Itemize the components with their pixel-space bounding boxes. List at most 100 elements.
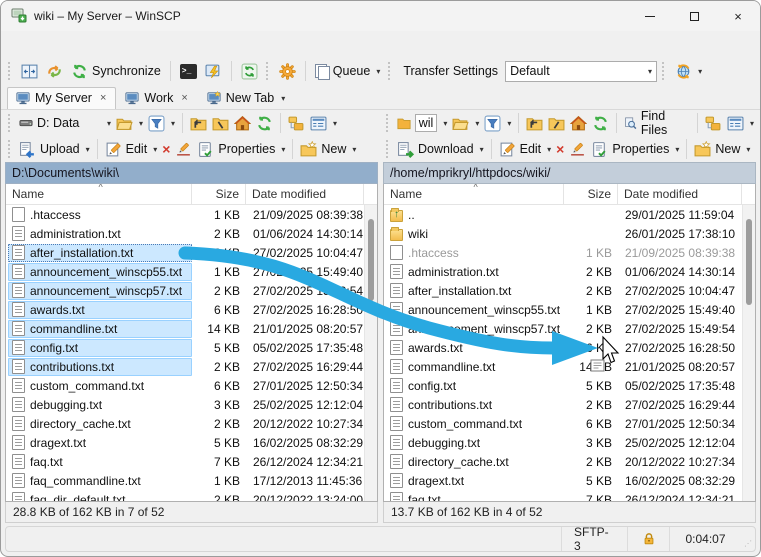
menu-item[interactable] bbox=[65, 41, 79, 47]
column-header-date[interactable]: Date modified bbox=[246, 184, 364, 204]
synchronize-button[interactable]: Synchronize bbox=[68, 61, 164, 82]
open-directory-button[interactable]: ▾ bbox=[450, 113, 481, 134]
toolbar-grip[interactable] bbox=[8, 114, 13, 132]
file-row[interactable]: .. 29/01/2025 11:59:04 bbox=[384, 205, 742, 224]
file-row[interactable]: directory_cache.txt 2 KB 20/12/2022 10:2… bbox=[6, 414, 364, 433]
parent-directory-button[interactable] bbox=[188, 113, 209, 134]
file-row[interactable]: dragext.txt 5 KB 16/02/2025 08:32:29 bbox=[6, 433, 364, 452]
synchronize-browsing-button[interactable] bbox=[43, 61, 66, 82]
edit-button[interactable]: Edit ▾ bbox=[497, 139, 554, 160]
refresh-button[interactable] bbox=[238, 61, 261, 82]
drive-combo[interactable]: D: Data ▾ bbox=[17, 114, 113, 132]
file-row[interactable]: custom_command.txt 6 KB 27/01/2025 12:50… bbox=[384, 414, 742, 433]
scrollbar-thumb[interactable] bbox=[746, 219, 752, 305]
toolbar-grip[interactable] bbox=[266, 62, 271, 80]
toolbar-grip[interactable] bbox=[388, 62, 393, 80]
file-row[interactable]: faq.txt 7 KB 26/12/2024 12:34:21 bbox=[384, 490, 742, 501]
properties-button[interactable]: Properties ▾ bbox=[589, 139, 681, 160]
open-console-button[interactable]: >_ bbox=[177, 62, 200, 81]
encryption-indicator[interactable] bbox=[627, 527, 669, 551]
filter-button[interactable]: ▾ bbox=[146, 113, 177, 134]
file-row[interactable]: .htaccess 1 KB 21/09/2025 08:39:38 bbox=[384, 243, 742, 262]
toolbar-grip[interactable] bbox=[8, 62, 13, 80]
menu-item[interactable] bbox=[51, 41, 65, 47]
toolbar-grip[interactable] bbox=[386, 140, 391, 158]
tab-close-icon[interactable]: × bbox=[181, 92, 187, 104]
toolbar-grip[interactable] bbox=[386, 114, 391, 132]
open-directory-button[interactable]: ▾ bbox=[114, 113, 145, 134]
file-row[interactable]: contributions.txt 2 KB 27/02/2025 16:29:… bbox=[6, 357, 364, 376]
tab-close-icon[interactable]: × bbox=[100, 92, 106, 104]
file-row[interactable]: contributions.txt 2 KB 27/02/2025 16:29:… bbox=[384, 395, 742, 414]
minimize-button[interactable] bbox=[628, 1, 672, 31]
layout-button[interactable] bbox=[18, 61, 41, 82]
upload-button[interactable]: Upload ▾ bbox=[17, 139, 92, 160]
close-button[interactable]: × bbox=[716, 1, 760, 31]
file-row[interactable]: announcement_winscp55.txt 1 KB 27/02/202… bbox=[6, 262, 364, 281]
remote-directory-combo[interactable]: wil ▾ bbox=[395, 112, 450, 134]
column-header-size[interactable]: Size bbox=[564, 184, 618, 204]
menu-item[interactable] bbox=[23, 41, 37, 47]
parent-directory-button[interactable] bbox=[524, 113, 545, 134]
column-header-name[interactable]: Name ^ bbox=[6, 184, 192, 204]
remote-scrollbar[interactable] bbox=[742, 205, 755, 501]
transfer-mode-button[interactable]: ▾ bbox=[672, 61, 705, 82]
new-button[interactable]: New ▾ bbox=[298, 139, 358, 160]
edit-button[interactable]: Edit ▾ bbox=[103, 139, 160, 160]
file-row[interactable]: custom_command.txt 6 KB 27/01/2025 12:50… bbox=[6, 376, 364, 395]
file-row[interactable]: after_installation.txt 2 KB 27/02/2025 1… bbox=[384, 281, 742, 300]
panel-view-button[interactable]: ▾ bbox=[308, 113, 339, 134]
file-row[interactable]: config.txt 5 KB 05/02/2025 17:35:48 bbox=[6, 338, 364, 357]
file-row[interactable]: after_installation.txt 2 KB 27/02/2025 1… bbox=[6, 243, 364, 262]
file-row[interactable]: commandline.txt 14 KB 21/01/2025 08:20:5… bbox=[384, 357, 742, 376]
column-header-name[interactable]: Name ^ bbox=[384, 184, 564, 204]
refresh-directory-button[interactable] bbox=[590, 113, 611, 134]
root-directory-button[interactable] bbox=[546, 113, 567, 134]
menu-item[interactable] bbox=[37, 41, 51, 47]
session-duration[interactable]: 0:04:07 bbox=[669, 527, 741, 551]
file-row[interactable]: faq_dir_default.txt 2 KB 20/12/2022 13:2… bbox=[6, 490, 364, 501]
file-row[interactable]: announcement_winscp55.txt 1 KB 27/02/202… bbox=[384, 300, 742, 319]
find-files-button[interactable]: Find Files bbox=[622, 107, 692, 139]
file-row[interactable]: .htaccess 1 KB 21/09/2025 08:39:38 bbox=[6, 205, 364, 224]
delete-button[interactable]: × bbox=[160, 139, 172, 159]
menu-item[interactable] bbox=[9, 41, 23, 47]
preferences-button[interactable] bbox=[276, 61, 299, 82]
refresh-directory-button[interactable] bbox=[254, 113, 275, 134]
scrollbar-thumb[interactable] bbox=[368, 219, 374, 301]
toolbar-grip[interactable] bbox=[662, 62, 667, 80]
maximize-button[interactable] bbox=[672, 1, 716, 31]
local-scrollbar[interactable] bbox=[364, 205, 377, 501]
file-row[interactable]: administration.txt 2 KB 01/06/2024 14:30… bbox=[384, 262, 742, 281]
menu-item[interactable] bbox=[107, 41, 121, 47]
tab-new-tab[interactable]: New Tab ▾ bbox=[198, 87, 295, 109]
menu-item[interactable] bbox=[79, 41, 93, 47]
file-row[interactable]: announcement_winscp57.txt 2 KB 27/02/202… bbox=[384, 319, 742, 338]
home-directory-button[interactable] bbox=[232, 113, 253, 134]
new-button[interactable]: New ▾ bbox=[692, 139, 752, 160]
column-header-date[interactable]: Date modified bbox=[618, 184, 742, 204]
file-row[interactable]: awards.txt 6 KB 27/02/2025 16:28:50 bbox=[384, 338, 742, 357]
rename-button[interactable] bbox=[173, 139, 194, 160]
file-row[interactable]: faq.txt 7 KB 26/12/2024 12:34:21 bbox=[6, 452, 364, 471]
download-button[interactable]: Download ▾ bbox=[395, 139, 486, 160]
directory-tree-button[interactable] bbox=[703, 113, 724, 134]
file-row[interactable]: commandline.txt 14 KB 21/01/2025 08:20:5… bbox=[6, 319, 364, 338]
tab-work[interactable]: Work × bbox=[116, 87, 197, 109]
toolbar-grip[interactable] bbox=[8, 140, 13, 158]
home-directory-button[interactable] bbox=[568, 113, 589, 134]
delete-button[interactable]: × bbox=[554, 139, 566, 159]
file-row[interactable]: awards.txt 6 KB 27/02/2025 16:28:50 bbox=[6, 300, 364, 319]
column-header-size[interactable]: Size bbox=[192, 184, 246, 204]
tab-my-server[interactable]: My Server × bbox=[7, 87, 116, 109]
directory-tree-button[interactable] bbox=[286, 113, 307, 134]
file-row[interactable]: config.txt 5 KB 05/02/2025 17:35:48 bbox=[384, 376, 742, 395]
file-row[interactable]: faq_commandline.txt 1 KB 17/12/2013 11:4… bbox=[6, 471, 364, 490]
remote-path-bar[interactable]: /home/mprikryl/httpdocs/wiki/ bbox=[383, 162, 756, 184]
file-row[interactable]: announcement_winscp57.txt 2 KB 27/02/202… bbox=[6, 281, 364, 300]
file-row[interactable]: wiki 26/01/2025 17:38:10 bbox=[384, 224, 742, 243]
properties-button[interactable]: Properties ▾ bbox=[195, 139, 287, 160]
file-row[interactable]: directory_cache.txt 2 KB 20/12/2022 10:2… bbox=[384, 452, 742, 471]
transfer-settings-combo[interactable]: Default ▾ bbox=[505, 61, 657, 82]
console-commands-button[interactable] bbox=[202, 61, 225, 82]
